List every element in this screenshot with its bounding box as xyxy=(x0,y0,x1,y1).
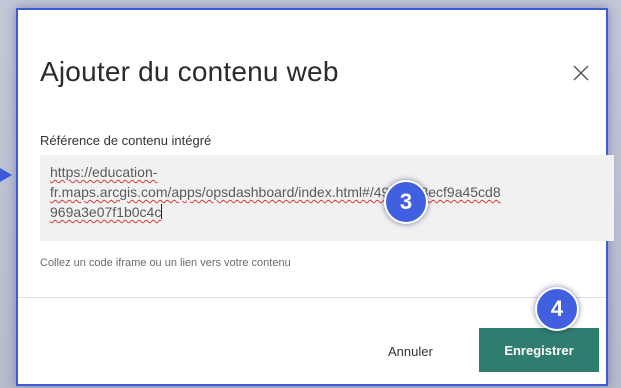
step-3-badge: 3 xyxy=(384,180,428,224)
text-caret xyxy=(161,204,163,219)
embed-url-line-2: fr.maps.arcgis.com/apps/opsdashboard/ind… xyxy=(50,184,501,200)
embed-url-line-1: https://education- xyxy=(50,164,158,180)
close-icon xyxy=(573,65,589,81)
embed-reference-label: Référence de contenu intégré xyxy=(40,133,212,148)
save-button[interactable]: Enregistrer xyxy=(479,328,599,372)
embed-hint-text: Collez un code iframe ou un lien vers vo… xyxy=(40,257,291,269)
arrow-pointer-icon xyxy=(0,168,12,182)
embed-url-line-3: 969a3e07f1b0c4c xyxy=(50,204,162,220)
dialog-title: Ajouter du contenu web xyxy=(40,56,339,87)
cancel-button[interactable]: Annuler xyxy=(388,344,433,359)
close-button[interactable] xyxy=(570,62,592,84)
footer-divider xyxy=(18,297,606,298)
embed-reference-textarea[interactable]: https://education- fr.maps.arcgis.com/ap… xyxy=(40,155,614,241)
screenshot-stage: Ajouter du contenu web Référence de cont… xyxy=(0,0,621,388)
add-web-content-dialog: Ajouter du contenu web Référence de cont… xyxy=(16,8,614,386)
step-4-badge: 4 xyxy=(535,287,579,331)
